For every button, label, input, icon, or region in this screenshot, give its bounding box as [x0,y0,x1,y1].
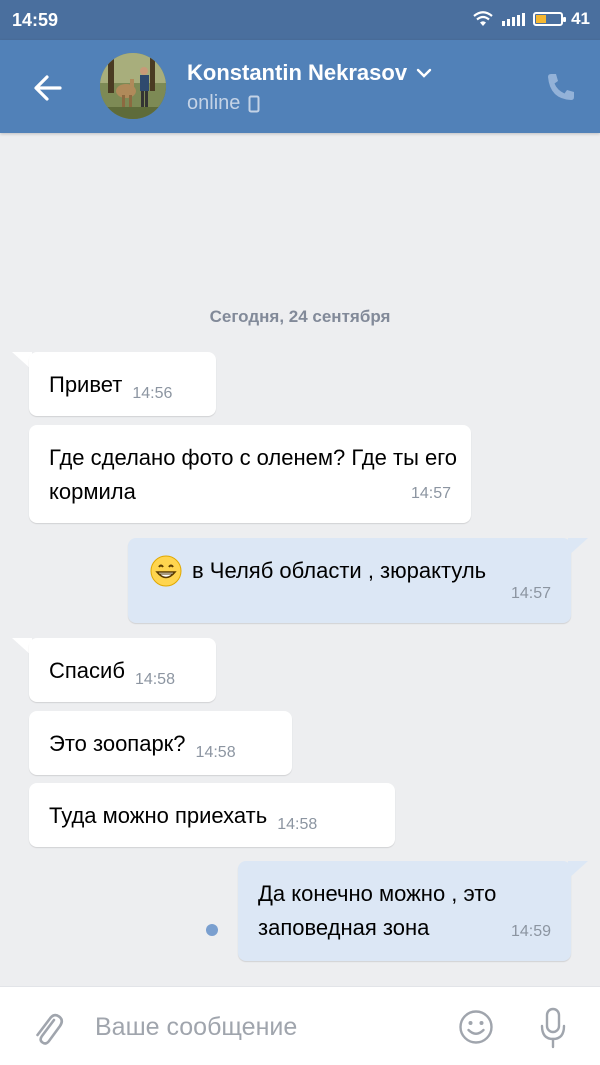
bubble-tail [568,861,588,879]
microphone-icon[interactable] [538,1007,568,1049]
message-text: в Челяб области , зюрактуль [192,558,487,583]
bubble-tail [568,538,588,556]
chevron-down-icon [416,68,432,78]
message-text: Это зоопарк? [49,731,186,756]
message-time: 14:58 [195,744,236,761]
message-text: Туда можно приехать [49,803,268,828]
message-incoming[interactable]: Где сделано фото с оленем? Где ты его ко… [29,425,471,523]
contact-status: online [187,92,260,115]
message-text: Спасиб [49,658,125,683]
status-bar: 14:59 41 [0,0,600,40]
message-time: 14:56 [132,385,173,402]
battery-percent: 41 [571,9,590,28]
message-time: 14:58 [277,816,318,833]
message-incoming[interactable]: Это зоопарк? 14:58 [29,711,292,775]
message-outgoing[interactable]: Да конечно можно , это заповедная зона 1… [238,861,571,961]
message-incoming[interactable]: Спасиб 14:58 [29,638,216,702]
status-time: 14:59 [12,10,59,30]
avatar[interactable] [100,53,166,119]
message-text: Где сделано фото с оленем? Где ты его ко… [49,445,457,504]
message-text: Привет [49,372,123,397]
mobile-phone-icon [248,95,260,112]
battery-icon [533,12,567,26]
contact-name-label: Konstantin Nekrasov [187,60,408,85]
grinning-face-icon [150,555,182,587]
message-list[interactable]: Сегодня, 24 сентября Привет 14:56 Где сде… [0,133,600,986]
avatar-photo [100,53,166,119]
online-status: online [187,92,241,114]
status-icons: 41 [472,9,590,29]
back-arrow-icon[interactable] [28,68,68,108]
message-time: 14:57 [510,585,551,602]
message-time: 14:58 [134,671,175,688]
unread-indicator [206,924,218,936]
message-input[interactable] [95,1005,435,1049]
wifi-icon [473,11,493,26]
signal-icon [502,12,526,26]
message-incoming[interactable]: Привет 14:56 [29,352,216,416]
message-time: 14:57 [410,485,451,502]
contact-name[interactable]: Konstantin Nekrasov [187,60,433,86]
phone-icon[interactable] [544,70,578,104]
message-outgoing[interactable]: в Челяб области , зюрактуль 14:57 [128,538,571,623]
message-time: 14:59 [510,923,551,940]
smiley-icon[interactable] [458,1009,494,1045]
date-separator: Сегодня, 24 сентября [209,307,391,326]
message-composer [0,986,600,1065]
chat-header: Konstantin Nekrasov online [0,40,600,133]
battery-level [536,15,546,23]
paperclip-icon[interactable] [30,1009,64,1047]
message-incoming[interactable]: Туда можно приехать 14:58 [29,783,395,847]
